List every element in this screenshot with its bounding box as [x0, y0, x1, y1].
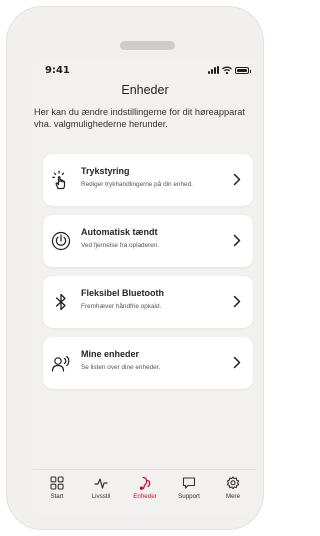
- person-voice-icon: [51, 355, 70, 372]
- signal-icon: [208, 66, 219, 74]
- card-mine-enheder[interactable]: Mine enheder Se listen over dine enheder…: [43, 337, 253, 389]
- tab-support[interactable]: Support: [169, 476, 209, 500]
- pulse-icon: [94, 478, 108, 489]
- app-screen: 9:41 Enheder Her kan du ændre indstillin…: [33, 59, 257, 515]
- phone-speaker: [120, 41, 175, 50]
- card-subtitle: Rediger trykhandlingerne på din enhed.: [81, 181, 193, 188]
- card-subtitle: Fremhæver håndfrie opkald.: [81, 303, 162, 310]
- wifi-icon: [222, 66, 232, 74]
- touch-icon: [52, 170, 66, 190]
- chevron-right-icon: [233, 234, 241, 247]
- status-time: 9:41: [45, 65, 70, 76]
- battery-icon: [235, 67, 251, 74]
- intro-text: Her kan du ændre indstillingerne for dit…: [34, 107, 245, 129]
- bluetooth-icon: [55, 293, 66, 311]
- chevron-right-icon: [233, 295, 241, 308]
- card-trykstyring[interactable]: Trykstyring Rediger trykhandlingerne på …: [43, 154, 253, 206]
- tab-label: Mere: [225, 493, 241, 500]
- hearing-aid-icon: [139, 476, 151, 490]
- card-title: Trykstyring: [81, 166, 130, 176]
- tab-label: Support: [178, 493, 200, 500]
- bottom-tab-bar: Start Livsstil Enheder Support Mere: [33, 469, 257, 515]
- card-fleksibel-bluetooth[interactable]: Fleksibel Bluetooth Fremhæver håndfrie o…: [43, 276, 253, 328]
- tab-enheder[interactable]: Enheder: [125, 476, 165, 500]
- phone-frame: 9:41 Enheder Her kan du ændre indstillin…: [6, 6, 264, 530]
- card-title: Mine enheder: [81, 349, 140, 359]
- tab-label: Livsstil: [91, 493, 111, 500]
- gear-icon: [226, 476, 240, 490]
- card-title: Fleksibel Bluetooth: [81, 288, 165, 298]
- chat-icon: [182, 477, 196, 489]
- chevron-right-icon: [233, 173, 241, 186]
- tab-mere[interactable]: Mere: [213, 476, 253, 500]
- tab-label: Enheder: [133, 493, 157, 500]
- tab-start[interactable]: Start: [37, 476, 77, 500]
- power-icon: [51, 231, 71, 251]
- card-automatisk-taendt[interactable]: Automatisk tændt Ved fjernelse fra oplad…: [43, 215, 253, 267]
- status-bar: 9:41: [33, 65, 257, 79]
- grid-icon: [50, 476, 64, 490]
- status-icons: [208, 66, 251, 74]
- chevron-right-icon: [233, 356, 241, 369]
- tab-label: Start: [50, 493, 64, 500]
- card-subtitle: Ved fjernelse fra opladeren.: [81, 242, 160, 249]
- tab-livsstil[interactable]: Livsstil: [81, 476, 121, 500]
- page-title: Enheder: [121, 83, 169, 97]
- card-subtitle: Se listen over dine enheder.: [81, 364, 161, 371]
- card-title: Automatisk tændt: [81, 227, 158, 237]
